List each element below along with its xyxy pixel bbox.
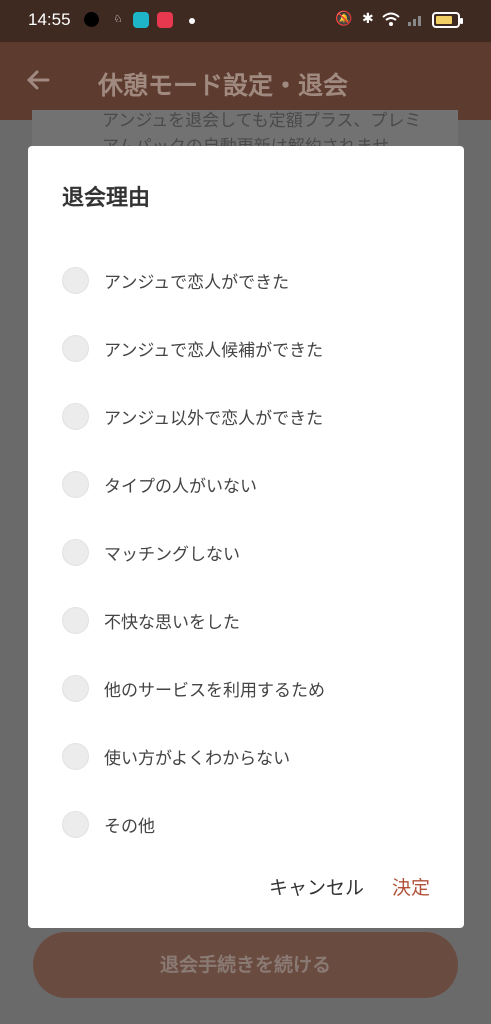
reason-label: アンジュで恋人候補ができた [104,340,324,361]
cancel-button[interactable]: キャンセル [269,873,364,900]
mute-icon: 🔕 [335,11,353,27]
withdrawal-reason-dialog: 退会理由 アンジュで恋人ができた アンジュで恋人候補ができた アンジュ以外で恋人… [28,146,464,928]
status-time: 14:55 [28,10,71,29]
radio-button[interactable] [62,810,89,838]
arrow-left-icon[interactable] [24,66,52,94]
reason-label: 使い方がよくわからない [104,748,291,769]
reason-option[interactable]: マッチングしない [62,518,442,586]
reason-option[interactable]: その他 [62,790,442,858]
reason-label: 他のサービスを利用するため [104,680,325,701]
reason-option[interactable]: 不快な思いをした [62,586,442,654]
reason-option[interactable]: タイプの人がいない [62,450,442,518]
rabbit-icon: ♘ [113,14,123,25]
radio-button[interactable] [62,742,89,770]
reason-option[interactable]: アンジュ以外で恋人ができた [62,382,442,450]
status-bar: 14:55 ♘ 🔕 ✱ [0,0,491,42]
bluetooth-icon: ✱ [362,11,374,27]
radio-button[interactable] [62,402,89,430]
reason-label: その他 [104,816,155,837]
reason-option[interactable]: 他のサービスを利用するため [62,654,442,722]
radio-button[interactable] [62,674,89,702]
dot-icon [189,18,195,24]
reason-options: アンジュで恋人ができた アンジュで恋人候補ができた アンジュ以外で恋人ができた … [62,246,442,858]
continue-withdrawal-button[interactable]: 退会手続きを続ける [33,932,458,998]
reason-option[interactable]: アンジュで恋人候補ができた [62,314,442,382]
wifi-icon [381,11,401,31]
dialog-title: 退会理由 [62,186,151,211]
reason-option[interactable]: 使い方がよくわからない [62,722,442,790]
radio-button[interactable] [62,470,89,498]
app-icon-cyan [133,12,149,28]
dialog-actions: キャンセル 決定 [269,873,430,900]
notice-text: アンジュを退会しても定額プラス、プレミアムパックの自動更新は解約されませ [102,111,422,148]
reason-option[interactable]: アンジュで恋人ができた [62,246,442,314]
radio-button[interactable] [62,334,89,362]
page-title: 休憩モード設定・退会 [98,71,349,100]
reason-label: アンジュで恋人ができた [104,272,290,293]
radio-button[interactable] [62,538,89,566]
battery-icon [432,12,463,28]
reason-label: マッチングしない [104,544,240,565]
chat-bubble-icon [84,12,99,27]
radio-button[interactable] [62,606,89,634]
reason-label: 不快な思いをした [104,612,240,633]
crop-icon-red [157,12,173,28]
reason-label: タイプの人がいない [104,476,257,497]
signal-icon [407,11,425,31]
radio-button[interactable] [62,266,89,294]
reason-label: アンジュ以外で恋人ができた [104,408,324,429]
confirm-button[interactable]: 決定 [392,873,430,900]
